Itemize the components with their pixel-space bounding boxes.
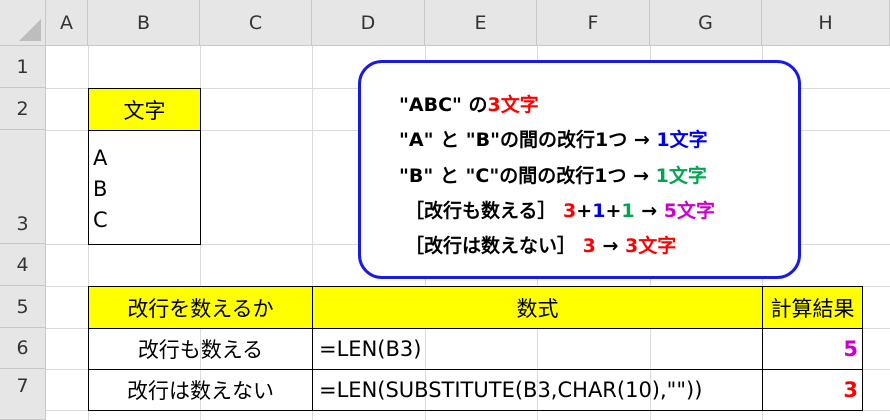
header-count-newlines: 改行を数えるか xyxy=(127,296,274,321)
cell-h5[interactable]: 計算結果 xyxy=(762,286,863,329)
col-header-h[interactable]: H xyxy=(762,0,890,46)
cell-b3[interactable]: A B C xyxy=(88,130,201,245)
row-header-3[interactable]: 3 xyxy=(0,130,46,244)
col-header-e[interactable]: E xyxy=(425,0,537,46)
cell-b6[interactable]: 改行も数える xyxy=(88,328,313,370)
cell-b3-line-1: A xyxy=(93,146,108,170)
cell-b2[interactable]: 文字 xyxy=(88,88,201,131)
select-all-icon xyxy=(19,19,41,41)
note-line-4-highlight: 5文字 xyxy=(663,200,715,222)
row7-formula: =LEN(SUBSTITUTE(B3,CHAR(10),"")) xyxy=(319,378,703,402)
col-header-g[interactable]: G xyxy=(650,0,762,46)
note-line-4-num1: 3 xyxy=(563,200,577,222)
note-line-4-num3: 1 xyxy=(621,200,635,222)
note-line-4-num2: 1 xyxy=(592,200,606,222)
note-line-5: ［改行は数えない］ 3 → 3文字 xyxy=(405,231,676,258)
row-header-4[interactable]: 4 xyxy=(0,244,46,286)
row-header-7[interactable]: 7 xyxy=(0,369,46,420)
note-line-3-highlight: 1文字 xyxy=(655,165,707,187)
col-header-d[interactable]: D xyxy=(312,0,425,46)
row-header-1[interactable]: 1 xyxy=(0,46,46,88)
note-line-3-text: "B" と "C"の間の改行1つ → xyxy=(399,165,656,187)
row6-label: 改行も数える xyxy=(137,338,264,362)
note-line-5-arrow: → xyxy=(595,235,626,257)
explanation-callout[interactable]: "ABC" の3文字 "A" と "B"の間の改行1つ → 1文字 "B" と … xyxy=(358,60,801,279)
cell-b5[interactable]: 改行を数えるか xyxy=(88,286,313,329)
row-header-5[interactable]: 5 xyxy=(0,286,46,328)
note-line-1: "ABC" の3文字 xyxy=(399,90,539,117)
note-line-2-text: "A" と "B"の間の改行1つ → xyxy=(399,129,657,151)
cell-d6[interactable]: =LEN(B3) xyxy=(312,328,763,370)
row7-label: 改行は数えない xyxy=(127,379,274,403)
row6-result: 5 xyxy=(843,337,858,361)
note-line-2-highlight: 1文字 xyxy=(656,129,708,151)
select-all-corner[interactable] xyxy=(0,0,46,46)
note-line-4-text: ［改行も数える］ xyxy=(405,200,564,222)
row6-formula: =LEN(B3) xyxy=(319,337,422,361)
note-line-1-highlight: 3文字 xyxy=(487,94,539,116)
note-line-3: "B" と "C"の間の改行1つ → 1文字 xyxy=(399,161,707,188)
col-header-a[interactable]: A xyxy=(46,0,88,46)
note-line-5-text: ［改行は数えない］ xyxy=(405,235,583,257)
cell-b3-line-2: B xyxy=(93,177,108,201)
header-result: 計算結果 xyxy=(770,296,855,321)
cell-d7[interactable]: =LEN(SUBSTITUTE(B3,CHAR(10),"")) xyxy=(312,369,763,411)
row-header-6[interactable]: 6 xyxy=(0,328,46,369)
cell-h6[interactable]: 5 xyxy=(762,328,863,370)
col-header-b[interactable]: B xyxy=(88,0,200,46)
note-line-4-arrow: → xyxy=(634,200,664,222)
header-formula: 数式 xyxy=(516,296,559,321)
note-line-1-text: "ABC" の xyxy=(399,94,488,116)
cell-d5[interactable]: 数式 xyxy=(312,286,763,329)
cell-b2-text: 文字 xyxy=(123,98,166,123)
cell-b7[interactable]: 改行は数えない xyxy=(88,369,313,411)
note-line-2: "A" と "B"の間の改行1つ → 1文字 xyxy=(399,125,708,152)
col-header-c[interactable]: C xyxy=(200,0,312,46)
note-line-5-num1: 3 xyxy=(582,235,596,257)
note-line-4-plus1: + xyxy=(576,200,593,222)
row-header-2[interactable]: 2 xyxy=(0,88,46,130)
note-line-4-plus2: + xyxy=(605,200,622,222)
col-header-f[interactable]: F xyxy=(537,0,650,46)
note-line-4: ［改行も数える］ 3+1+1 → 5文字 xyxy=(405,196,715,223)
cell-h7[interactable]: 3 xyxy=(762,369,863,411)
row7-result: 3 xyxy=(843,378,858,402)
cell-b3-line-3: C xyxy=(93,208,108,232)
note-line-5-highlight: 3文字 xyxy=(625,235,677,257)
